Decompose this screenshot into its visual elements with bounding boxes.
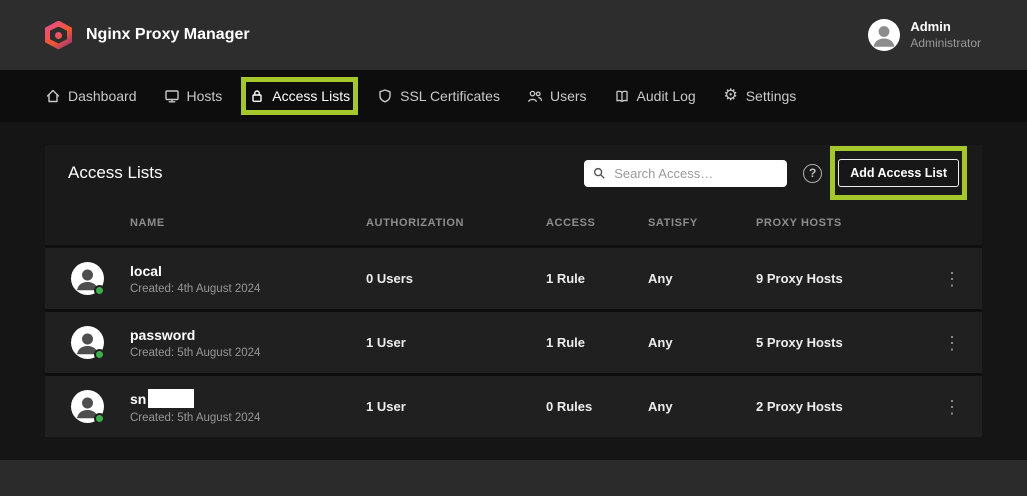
nav-label: Audit Log: [637, 88, 696, 104]
row-created: Created: 4th August 2024: [130, 283, 366, 295]
row-name: password: [130, 327, 366, 343]
gear-icon: ⚙: [723, 88, 739, 104]
row-access: 1 Rule: [546, 335, 648, 350]
row-proxy-hosts: 9 Proxy Hosts: [756, 271, 922, 286]
status-dot: [94, 285, 105, 296]
row-name: local: [130, 263, 366, 279]
nav-label: SSL Certificates: [400, 88, 500, 104]
app-title: Nginx Proxy Manager: [86, 26, 250, 44]
card-toolbar: Access Lists ? Add Access List: [45, 145, 982, 201]
col-header-satisfy: SATISFY: [648, 217, 756, 229]
row-authorization: 0 Users: [366, 271, 546, 286]
row-created: Created: 5th August 2024: [130, 412, 366, 424]
person-icon: [868, 19, 900, 51]
row-satisfy: Any: [648, 271, 756, 286]
access-lists-card: Access Lists ? Add Access List NAME AUTH…: [45, 145, 982, 437]
status-dot: [94, 349, 105, 360]
avatar: [71, 390, 104, 423]
user-role: Administrator: [910, 36, 981, 51]
nav-ssl-certificates[interactable]: SSL Certificates: [377, 88, 500, 104]
nav-label: Settings: [746, 88, 797, 104]
search-icon: [592, 166, 606, 180]
col-header-proxy-hosts: PROXY HOSTS: [756, 217, 922, 229]
col-header-authorization: AUTHORIZATION: [366, 217, 546, 229]
row-access: 1 Rule: [546, 271, 648, 286]
nav-users[interactable]: Users: [527, 88, 587, 104]
nav-label: Hosts: [187, 88, 223, 104]
user-name: Admin: [910, 19, 981, 35]
search-box: [584, 160, 787, 187]
help-icon[interactable]: ?: [803, 164, 822, 183]
nav-access-lists[interactable]: Access Lists: [249, 88, 350, 104]
table-row[interactable]: local Created: 4th August 2024 0 Users 1…: [45, 245, 982, 309]
main-nav: Dashboard Hosts Access Lists SSL Certifi…: [0, 70, 1027, 122]
main-content: Access Lists ? Add Access List NAME AUTH…: [0, 122, 1027, 460]
row-proxy-hosts: 2 Proxy Hosts: [756, 399, 922, 414]
user-avatar: [868, 19, 900, 51]
monitor-icon: [164, 88, 180, 104]
logo-center-dot: [55, 32, 62, 39]
nav-dashboard[interactable]: Dashboard: [45, 88, 137, 104]
app-window: Nginx Proxy Manager Admin Administrator …: [0, 0, 1027, 496]
add-access-list-button[interactable]: Add Access List: [838, 159, 959, 187]
table-row[interactable]: sn Created: 5th August 2024 1 User 0 Rul…: [45, 373, 982, 437]
user-menu[interactable]: Admin Administrator: [868, 19, 981, 51]
page-title: Access Lists: [68, 163, 162, 183]
row-satisfy: Any: [648, 399, 756, 414]
lock-icon: [249, 88, 265, 104]
status-dot: [94, 413, 105, 424]
col-header-name: NAME: [130, 217, 366, 229]
nav-audit-log[interactable]: Audit Log: [614, 88, 696, 104]
nav-label: Dashboard: [68, 88, 137, 104]
app-logo-icon: [45, 21, 72, 50]
top-header: Nginx Proxy Manager Admin Administrator: [0, 0, 1027, 70]
avatar: [71, 262, 104, 295]
kebab-menu-icon[interactable]: ⋮: [937, 332, 967, 354]
book-icon: [614, 88, 630, 104]
row-satisfy: Any: [648, 335, 756, 350]
kebab-menu-icon[interactable]: ⋮: [937, 268, 967, 290]
shield-icon: [377, 88, 393, 104]
kebab-menu-icon[interactable]: ⋮: [937, 396, 967, 418]
row-authorization: 1 User: [366, 399, 546, 414]
row-access: 0 Rules: [546, 399, 648, 414]
nav-settings[interactable]: ⚙ Settings: [723, 88, 797, 104]
col-header-access: ACCESS: [546, 217, 648, 229]
nav-label: Access Lists: [272, 88, 350, 104]
row-authorization: 1 User: [366, 335, 546, 350]
users-icon: [527, 88, 543, 104]
row-proxy-hosts: 5 Proxy Hosts: [756, 335, 922, 350]
home-icon: [45, 88, 61, 104]
nav-hosts[interactable]: Hosts: [164, 88, 223, 104]
avatar: [71, 326, 104, 359]
search-input[interactable]: [612, 165, 779, 182]
row-created: Created: 5th August 2024: [130, 347, 366, 359]
row-name: sn: [130, 391, 146, 407]
nav-label: Users: [550, 88, 587, 104]
table-header-row: NAME AUTHORIZATION ACCESS SATISFY PROXY …: [45, 201, 982, 245]
table-row[interactable]: password Created: 5th August 2024 1 User…: [45, 309, 982, 373]
add-access-list-highlight: Add Access List: [838, 159, 959, 187]
redaction-box: [148, 389, 194, 408]
